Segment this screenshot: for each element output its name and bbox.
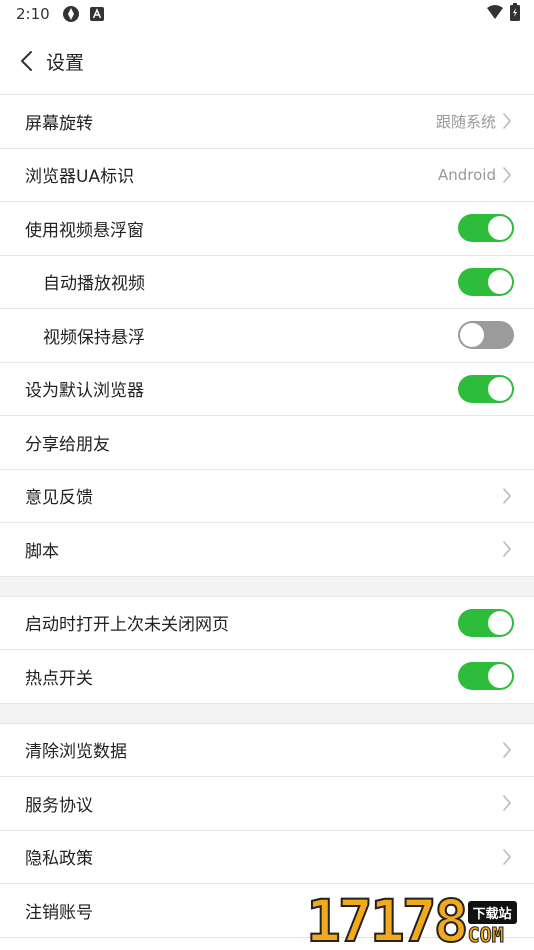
chevron-right-icon — [500, 487, 514, 505]
setting-label: 意见反馈 — [25, 488, 93, 509]
battery-icon — [510, 3, 520, 25]
page-title: 设置 — [46, 51, 85, 74]
chevron-right-icon — [500, 540, 514, 558]
setting-label: 分享给朋友 — [25, 434, 110, 455]
setting-label: 热点开关 — [25, 668, 93, 689]
watermark-number: 17178 — [305, 887, 470, 950]
default-browser-toggle[interactable] — [458, 374, 514, 403]
setting-privacy-policy[interactable]: 隐私政策 — [0, 830, 534, 884]
setting-service-agreement[interactable]: 服务协议 — [0, 777, 534, 831]
setting-label: 隐私政策 — [25, 849, 93, 870]
setting-label: 设为默认浏览器 — [25, 381, 144, 402]
hotspot-toggle[interactable] — [458, 662, 514, 691]
status-right — [486, 3, 520, 25]
chevron-right-icon — [500, 112, 514, 130]
toggle-knob — [488, 216, 512, 241]
keep-float-toggle[interactable] — [458, 321, 514, 350]
setting-autoplay-video: 自动播放视频 — [0, 255, 534, 309]
toggle-knob — [460, 323, 484, 348]
setting-label: 使用视频悬浮窗 — [25, 220, 144, 241]
setting-restore-tabs: 启动时打开上次未关闭网页 — [0, 596, 534, 650]
video-float-toggle[interactable] — [458, 214, 514, 243]
toggle-knob — [488, 269, 512, 294]
watermark-tag: 下载站 — [467, 901, 517, 924]
chevron-right-icon — [500, 166, 514, 184]
a-badge-icon — [88, 5, 106, 23]
chevron-right-icon — [500, 848, 514, 866]
setting-hotspot: 热点开关 — [0, 650, 534, 704]
setting-value: Android — [438, 165, 496, 184]
setting-browser-ua[interactable]: 浏览器UA标识 Android — [0, 148, 534, 202]
setting-screen-rotation[interactable]: 屏幕旋转 跟随系统 — [0, 95, 534, 149]
watermark-domain: COM — [467, 923, 504, 947]
watermark-side: 下载站 COM — [467, 901, 517, 947]
setting-label: 浏览器UA标识 — [25, 167, 135, 188]
setting-label: 视频保持悬浮 — [43, 327, 145, 348]
chevron-right-icon — [500, 741, 514, 759]
chevron-right-icon — [500, 794, 514, 812]
back-button[interactable] — [14, 49, 38, 73]
wifi-icon — [486, 4, 504, 24]
setting-video-float: 使用视频悬浮窗 — [0, 202, 534, 256]
status-bar: 2:10 — [0, 0, 534, 28]
section-gap — [0, 703, 534, 724]
setting-label: 清除浏览数据 — [25, 742, 127, 763]
setting-value: 跟随系统 — [435, 112, 496, 131]
status-time: 2:10 — [16, 5, 50, 23]
toggle-knob — [488, 610, 512, 635]
section-gap — [0, 576, 534, 597]
toggle-knob — [488, 376, 512, 401]
setting-clear-data[interactable]: 清除浏览数据 — [0, 723, 534, 777]
setting-label: 自动播放视频 — [43, 274, 145, 295]
watermark-logo: 17178 下载站 COM — [305, 887, 532, 950]
setting-label: 服务协议 — [25, 795, 93, 816]
settings-list: 屏幕旋转 跟随系统 浏览器UA标识 Android 使用视频悬浮窗 自动播放视频… — [0, 94, 534, 938]
setting-label: 屏幕旋转 — [25, 113, 93, 134]
setting-default-browser: 设为默认浏览器 — [0, 362, 534, 416]
restore-tabs-toggle[interactable] — [458, 608, 514, 637]
setting-label: 脚本 — [25, 541, 59, 562]
autoplay-video-toggle[interactable] — [458, 267, 514, 296]
toggle-knob — [488, 664, 512, 689]
setting-feedback[interactable]: 意见反馈 — [0, 469, 534, 523]
setting-share-friends[interactable]: 分享给朋友 — [0, 416, 534, 470]
setting-label: 启动时打开上次未关闭网页 — [25, 615, 229, 636]
chevron-left-icon — [21, 51, 32, 71]
sync-icon — [62, 5, 80, 23]
setting-keep-float: 视频保持悬浮 — [0, 309, 534, 363]
setting-scripts[interactable]: 脚本 — [0, 523, 534, 577]
app-header: 设置 — [0, 28, 534, 94]
